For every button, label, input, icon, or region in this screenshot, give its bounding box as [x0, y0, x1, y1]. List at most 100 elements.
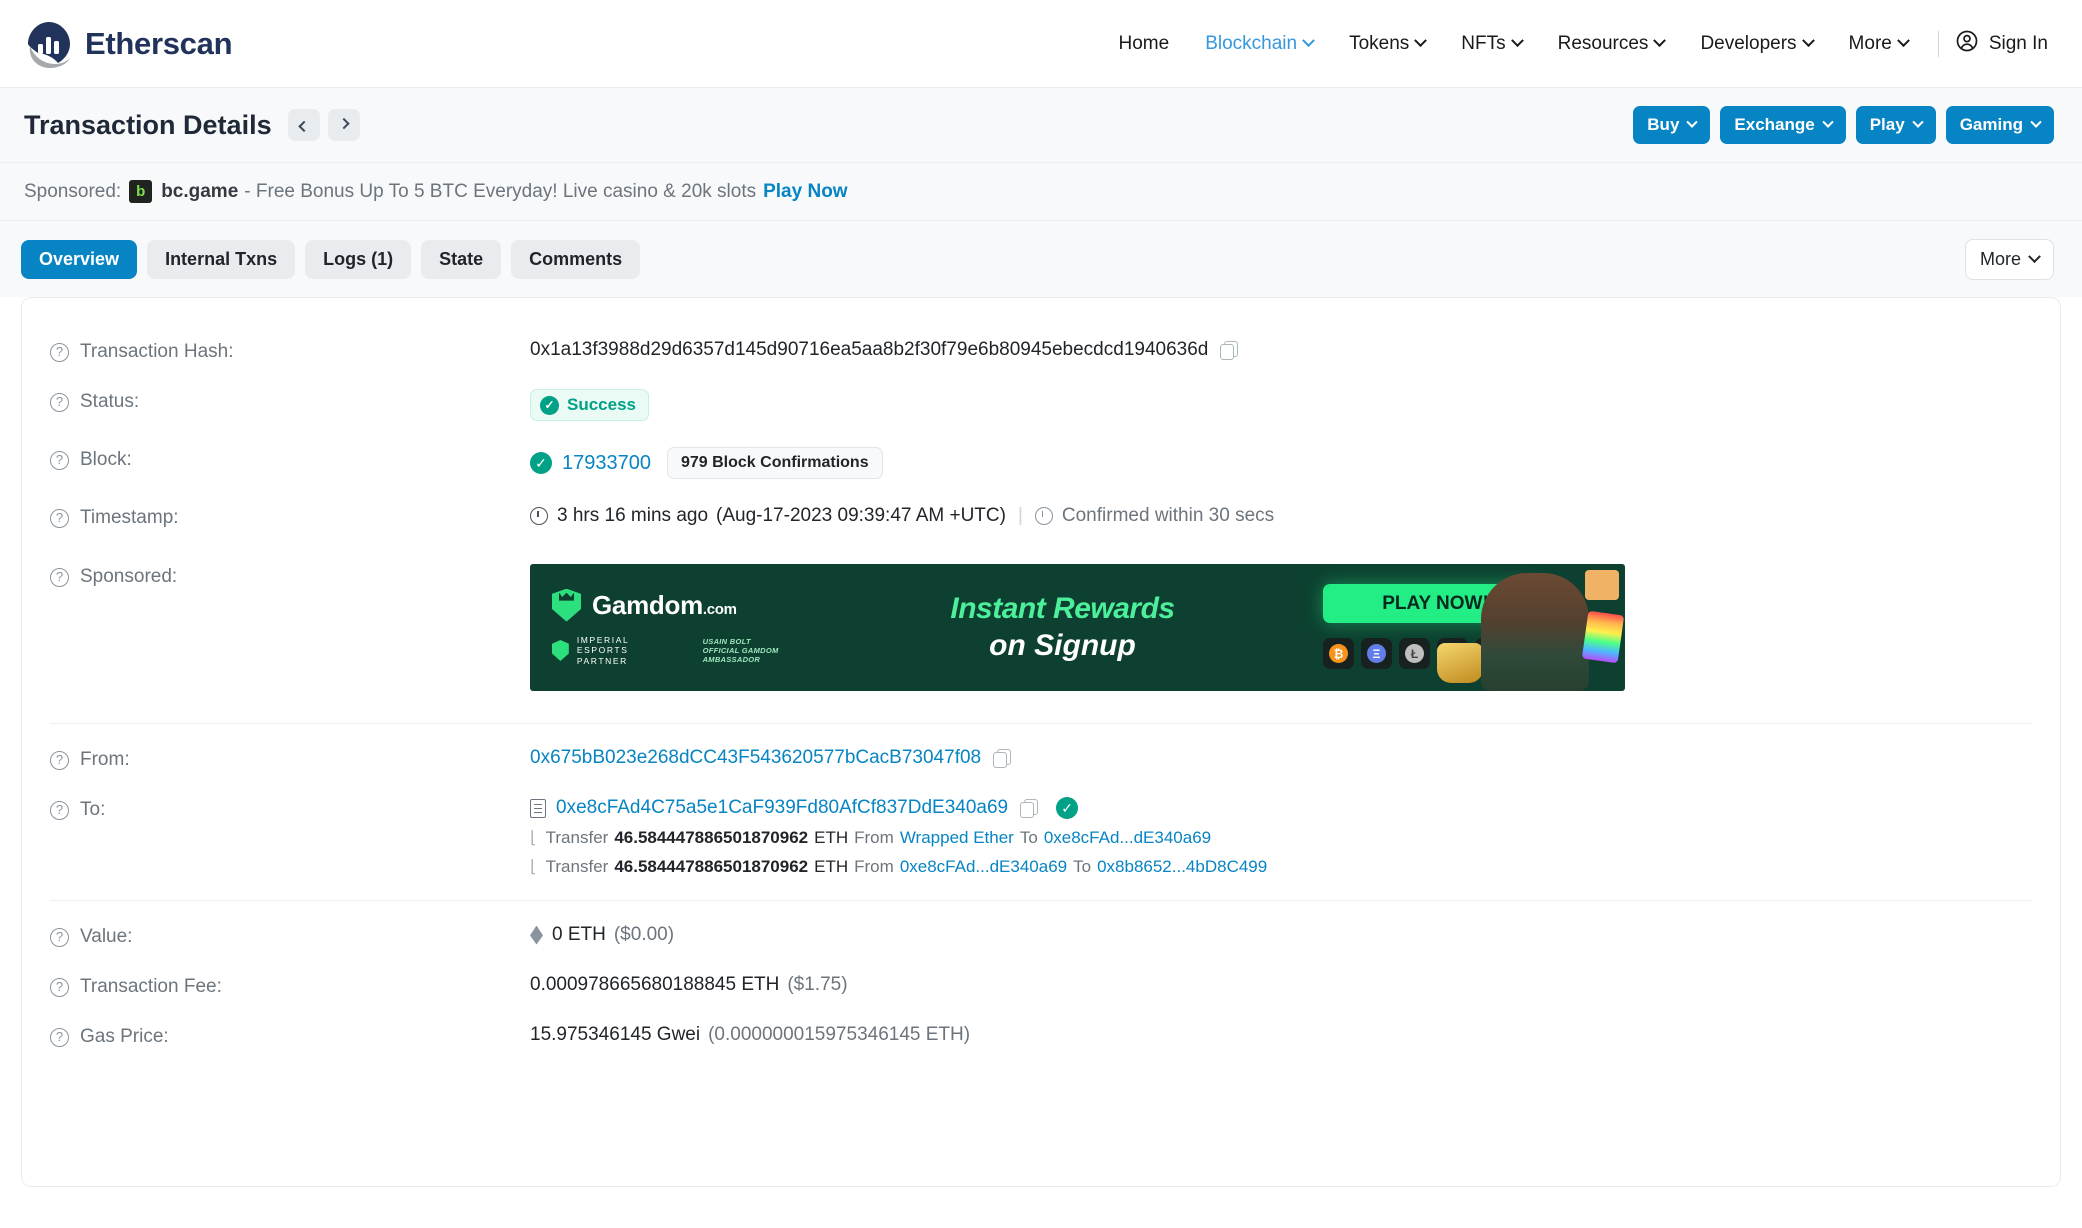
nav-item-tokens[interactable]: Tokens [1331, 25, 1443, 63]
transfer-to-link[interactable]: 0xe8cFAd...dE340a69 [1044, 828, 1211, 848]
ambassador-block: USAIN BOLT OFFICIAL GAMDOM AMBASSADOR [703, 637, 830, 664]
ethereum-diamond-icon [530, 925, 543, 945]
from-address-link[interactable]: 0x675bB023e268dCC43F543620577bCacB73047f… [530, 747, 981, 769]
label-block: ? Block: [50, 447, 530, 471]
sign-in-button[interactable]: Sign In [1951, 21, 2054, 67]
tab-internal-txns[interactable]: Internal Txns [147, 239, 296, 279]
value-sponsored-banner: Gamdom.com IMPERIAL ESPORTS PARTNER USAIN… [530, 564, 1625, 691]
gas-price-eth: (0.000000015975346145 ETH) [708, 1024, 971, 1045]
help-icon[interactable]: ? [50, 567, 69, 587]
imperial-shield-icon [552, 640, 569, 661]
banner-brand-row: Gamdom.com [552, 588, 830, 622]
help-icon[interactable]: ? [50, 750, 69, 770]
nav-item-blockchain[interactable]: Blockchain [1187, 25, 1331, 63]
nav-item-developers[interactable]: Developers [1682, 25, 1830, 63]
clock-icon [530, 507, 548, 525]
to-address-row: 0xe8cFAd4C75a5e1CaF939Fd80AfCf837DdE340a… [530, 797, 1267, 819]
previous-transaction-button[interactable] [287, 109, 320, 141]
txn-fee-fiat: ($1.75) [787, 974, 848, 995]
transfer-line: ⌊ Transfer 46.584447886501870962 ETH Fro… [530, 857, 1267, 877]
next-transaction-button[interactable] [327, 109, 360, 141]
help-icon[interactable]: ? [50, 508, 69, 528]
value-to: 0xe8cFAd4C75a5e1CaF939Fd80AfCf837DdE340a… [530, 797, 1267, 877]
row-from: ? From: 0x675bB023e268dCC43F543620577bCa… [50, 734, 2032, 784]
chevron-down-icon [1302, 34, 1315, 48]
transfer-amount: 46.584447886501870962 [614, 857, 809, 876]
chevron-down-icon [1896, 34, 1910, 48]
nav-item-home[interactable]: Home [1101, 25, 1188, 63]
copy-icon[interactable] [993, 749, 1012, 768]
tab-state[interactable]: State [421, 239, 502, 279]
nav-item-more[interactable]: More [1831, 25, 1926, 63]
help-icon[interactable]: ? [50, 1027, 69, 1047]
separator: | [1017, 505, 1023, 526]
nav-item-label: Tokens [1349, 32, 1410, 54]
label-text: From: [80, 749, 130, 770]
gaming-button[interactable]: Gaming [1945, 106, 2054, 144]
sponsor-advertiser-name[interactable]: bc.game [161, 181, 238, 203]
value-transaction-hash: 0x1a13f3988d29d6357d145d90716ea5aa8b2f30… [530, 339, 1239, 361]
top-navigation-bar: Etherscan Home Blockchain Tokens NFTs Re… [0, 0, 2082, 88]
help-icon[interactable]: ? [50, 392, 69, 412]
chevron-down-icon [1912, 116, 1924, 128]
nav-item-resources[interactable]: Resources [1540, 25, 1683, 63]
transfer-to-label: To [1019, 828, 1038, 847]
to-address-link[interactable]: 0xe8cFAd4C75a5e1CaF939Fd80AfCf837DdE340a… [556, 797, 1008, 819]
ethereum-icon: Ξ [1361, 638, 1392, 669]
transfer-from-link[interactable]: 0xe8cFAd...dE340a69 [900, 857, 1067, 877]
block-number-link[interactable]: 17933700 [562, 452, 651, 475]
row-transaction-fee: ? Transaction Fee: 0.000978665680188845 … [50, 961, 2032, 1011]
play-button[interactable]: Play [1855, 106, 1936, 144]
label-status: ? Status: [50, 389, 530, 413]
value-amount: 0 ETH ($0.00) [530, 924, 674, 946]
value-fiat: ($0.00) [613, 924, 675, 945]
label-text: To: [80, 799, 106, 820]
value-block: ✓ 17933700 979 Block Confirmations [530, 447, 883, 479]
exchange-button[interactable]: Exchange [1720, 106, 1846, 144]
tab-overview[interactable]: Overview [21, 239, 138, 279]
chevron-down-icon [1686, 116, 1699, 128]
row-gas-price: ? Gas Price: 15.975346145 Gwei (0.000000… [50, 1011, 2032, 1061]
gas-price-gwei: 15.975346145 Gwei [530, 1024, 701, 1045]
help-icon[interactable]: ? [50, 342, 69, 362]
tab-comments[interactable]: Comments [511, 239, 641, 279]
buy-button[interactable]: Buy [1633, 106, 1711, 144]
gamdom-banner-ad[interactable]: Gamdom.com IMPERIAL ESPORTS PARTNER USAIN… [530, 564, 1625, 691]
copy-icon[interactable] [1020, 799, 1039, 818]
transaction-hash-text: 0x1a13f3988d29d6357d145d90716ea5aa8b2f30… [530, 339, 1209, 360]
label-timestamp: ? Timestamp: [50, 505, 530, 529]
label-value: ? Value: [50, 924, 530, 948]
row-transaction-hash: ? Transaction Hash: 0x1a13f3988d29d6357d… [50, 326, 2032, 376]
row-to: ? To: 0xe8cFAd4C75a5e1CaF939Fd80AfCf837D… [50, 784, 2032, 890]
nav-item-nfts[interactable]: NFTs [1443, 25, 1539, 63]
more-dropdown-button[interactable]: More [1964, 238, 2054, 280]
timestamp-relative: 3 hrs 16 mins ago [557, 505, 709, 526]
row-timestamp: ? Timestamp: 3 hrs 16 mins ago (Aug-17-2… [50, 492, 2032, 542]
sponsor-cta-link[interactable]: Play Now [763, 181, 847, 203]
bc-game-icon: b [129, 180, 153, 203]
transfer-from-link[interactable]: Wrapped Ether [900, 828, 1014, 848]
help-icon[interactable]: ? [50, 927, 69, 947]
label-text: Timestamp: [80, 507, 179, 528]
value-eth: 0 ETH [552, 924, 606, 945]
help-icon[interactable]: ? [50, 800, 69, 820]
transaction-details-card: ? Transaction Hash: 0x1a13f3988d29d6357d… [21, 297, 2061, 1187]
divider [50, 900, 2032, 901]
brand-logo-link[interactable]: Etherscan [24, 19, 233, 69]
tab-logs[interactable]: Logs (1) [305, 239, 412, 279]
help-icon[interactable]: ? [50, 977, 69, 997]
banner-cta-block: PLAY NOW! ₿ Ξ Ł ₮ V [1305, 564, 1625, 691]
buy-button-label: Buy [1647, 115, 1680, 134]
help-icon[interactable]: ? [50, 450, 69, 470]
status-badge-label: Success [567, 395, 636, 414]
nav-item-label: Blockchain [1205, 32, 1298, 54]
copy-icon[interactable] [1220, 341, 1239, 360]
transfer-unit: ETH [814, 828, 849, 847]
label-transaction-hash: ? Transaction Hash: [50, 339, 530, 363]
timestamp-confirmed-in: Confirmed within 30 secs [1061, 505, 1275, 526]
chevron-down-icon [2030, 116, 2042, 128]
row-block: ? Block: ✓ 17933700 979 Block Confirmati… [50, 434, 2032, 492]
transfer-to-link[interactable]: 0x8b8652...4bD8C499 [1097, 857, 1267, 877]
label-text: Status: [80, 391, 140, 412]
chevron-down-icon [1801, 34, 1815, 48]
